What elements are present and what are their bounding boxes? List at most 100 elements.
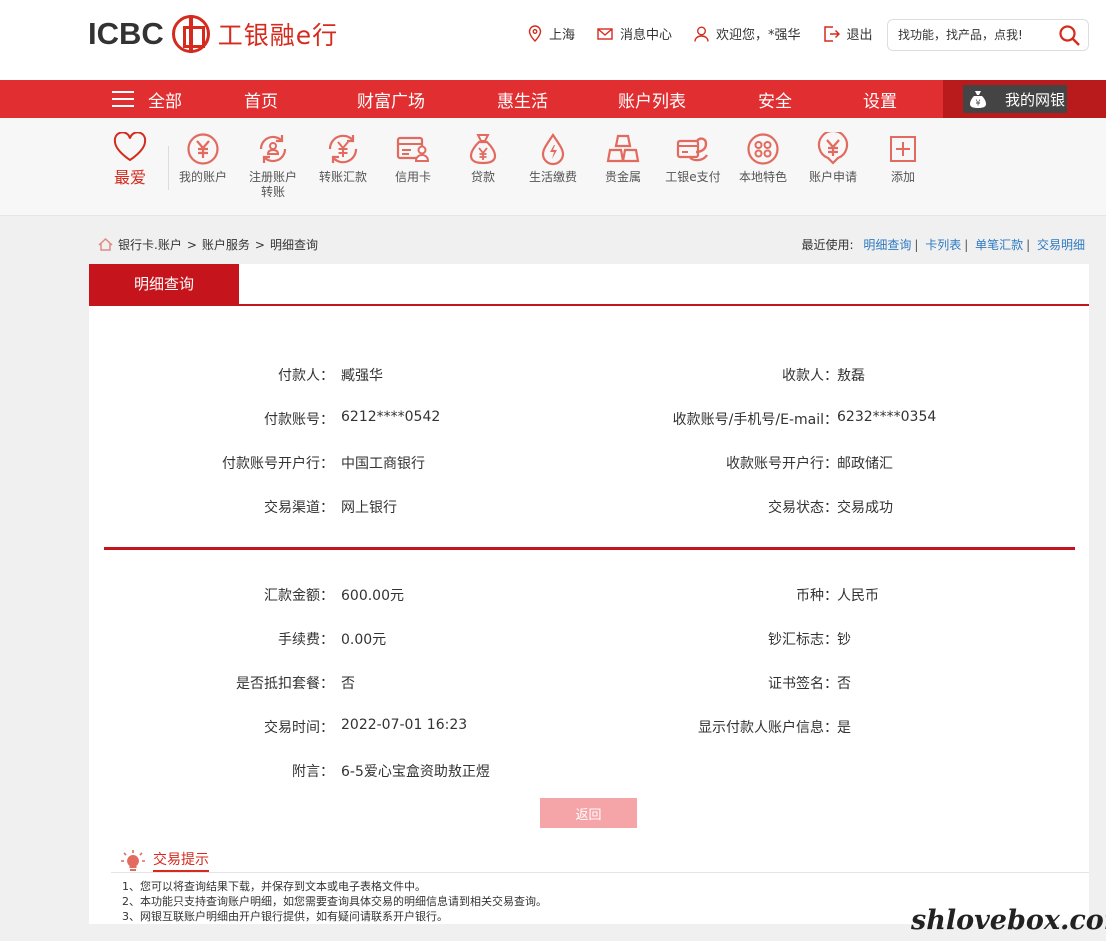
cash-flag-value: 钞 (837, 632, 851, 648)
transfer-icon (328, 134, 358, 164)
breadcrumb: 银行卡.账户 > 账户服务 > 明细查询 (98, 236, 318, 253)
recent-link[interactable]: 卡列表 (925, 238, 961, 252)
currency-value: 人民币 (837, 588, 879, 604)
quick-loan[interactable]: 贷款 (453, 132, 513, 185)
credit-card-icon (396, 136, 430, 162)
tips-header: 交易提示 (121, 849, 209, 872)
channel-value: 网上银行 (341, 500, 397, 516)
city-selector[interactable]: 上海 (528, 24, 575, 43)
quick-local[interactable]: 本地特色 (733, 132, 793, 185)
nav-life[interactable]: 惠生活 (497, 87, 548, 112)
package-deduct-label: 是否抵扣套餐： (236, 676, 334, 692)
quick-utility-label: 生活缴费 (528, 170, 577, 184)
breadcrumb-item[interactable]: 账户服务 (202, 236, 250, 253)
logout-icon (823, 25, 840, 42)
favorites-button[interactable]: 最爱 (110, 132, 150, 188)
logo-text: ICBC (88, 16, 164, 51)
hamburger-icon (112, 91, 134, 108)
quick-transfer-label: 转账汇款 (318, 170, 367, 184)
logout-link[interactable]: 退出 (823, 24, 873, 43)
breadcrumb-separator: > (254, 237, 265, 252)
nav-accounts[interactable]: 账户列表 (618, 87, 686, 112)
recent-link[interactable]: 交易明细 (1037, 238, 1085, 252)
user-welcome[interactable]: 欢迎您，*强华 (694, 24, 801, 43)
quick-credit-card[interactable]: 信用卡 (383, 132, 443, 185)
top-links: 上海 消息中心 欢迎您，*强华 退出 (528, 24, 895, 43)
utility-drop-icon (541, 133, 565, 166)
fee-value: 0.00元 (341, 632, 387, 648)
breadcrumb-current: 明细查询 (269, 238, 318, 252)
amount-value: 600.00元 (341, 588, 404, 604)
nav-my-ebank[interactable]: ¥ 我的网银 (943, 80, 1106, 118)
payee-bank-label: 收款账号开户行： (726, 456, 838, 472)
quick-epay[interactable]: 工银e支付 (663, 132, 723, 185)
quick-transfer[interactable]: 转账汇款 (313, 132, 373, 185)
tab-underline (89, 304, 1089, 306)
epay-icon (676, 137, 708, 162)
watermark-text: shlovebox.com (911, 905, 1106, 936)
return-button[interactable]: 返回 (540, 798, 637, 828)
message-center-link[interactable]: 消息中心 (597, 24, 672, 43)
mail-icon (597, 27, 613, 40)
recently-used: 最近使用: 明细查询 | 卡列表 | 单笔汇款 | 交易明细 (801, 238, 1085, 252)
quick-register-transfer[interactable]: 注册账户转账 (243, 132, 303, 200)
memo-label: 附言： (292, 764, 334, 780)
tip-line: 1、您可以将查询结果下载，并保存到文本或电子表格文件中。 (122, 880, 426, 893)
home-icon[interactable] (98, 238, 113, 251)
tip-line: 2、本功能只支持查询账户明细，如您需要查询具体交易的明细信息请到相关交易查询。 (122, 895, 547, 908)
city-label: 上海 (549, 28, 576, 43)
yuan-circle-icon (187, 133, 219, 165)
amount-label: 汇款金额： (264, 588, 334, 604)
register-transfer-icon (259, 135, 287, 163)
tip-line: 3、网银互联账户明细由开户银行提供，如有疑问请联系开户银行。 (122, 910, 448, 923)
quick-loan-label: 贷款 (470, 170, 495, 184)
section-divider (104, 547, 1075, 550)
nav-all-label: 全部 (148, 92, 182, 112)
quick-add-label: 添加 (890, 170, 915, 184)
show-payer-label: 显示付款人账户信息： (698, 720, 838, 736)
quick-account-apply-label: 账户申请 (808, 170, 857, 184)
payer-bank-value: 中国工商银行 (341, 456, 425, 472)
recent-link[interactable]: 明细查询 (863, 238, 911, 252)
nav-security[interactable]: 安全 (758, 87, 792, 112)
payer-label: 付款人： (278, 368, 334, 384)
favorites-label: 最爱 (113, 168, 146, 187)
breadcrumb-item[interactable]: 银行卡.账户 (118, 236, 182, 253)
status-value: 交易成功 (837, 500, 893, 516)
breadcrumb-separator: > (186, 237, 197, 252)
payee-bank-value: 邮政储汇 (837, 456, 893, 472)
quick-precious-metal[interactable]: 贵金属 (593, 132, 653, 185)
quick-credit-card-label: 信用卡 (394, 170, 431, 184)
currency-label: 币种： (796, 588, 838, 604)
recent-link[interactable]: 单笔汇款 (975, 238, 1023, 252)
nav-all-menu[interactable]: 全部 (112, 87, 182, 112)
quick-add[interactable]: 添加 (873, 132, 933, 185)
cash-flag-label: 钞汇标志： (768, 632, 838, 648)
nav-settings[interactable]: 设置 (863, 87, 897, 112)
quick-my-account[interactable]: 我的账户 (173, 132, 233, 185)
time-value: 2022-07-01 16:23 (341, 717, 468, 733)
main-nav: 全部 首页 财富广场 惠生活 账户列表 安全 设置 ¥ 我的网银 (0, 80, 1106, 118)
cert-sign-label: 证书签名： (768, 676, 838, 692)
search-input[interactable] (898, 21, 1058, 49)
nav-home[interactable]: 首页 (244, 87, 278, 112)
quick-account-apply[interactable]: 账户申请 (803, 132, 863, 185)
memo-value: 6-5爱心宝盒资助敖正煜 (341, 764, 490, 780)
search-icon[interactable] (1059, 25, 1080, 46)
logout-label: 退出 (846, 28, 873, 43)
location-pin-icon (528, 25, 542, 42)
top-header: ICBC 工银融e行 上海 消息中心 欢迎您，*强华 退出 (0, 0, 1106, 80)
quick-register-transfer-label: 注册账户转账 (248, 170, 297, 199)
svg-text:¥: ¥ (975, 99, 980, 108)
tab-detail-query[interactable]: 明细查询 (89, 264, 239, 304)
user-icon (694, 26, 709, 42)
icbc-logo[interactable]: ICBC 工银融e行 (88, 14, 338, 54)
quick-access-bar: 最爱 我的账户 注册账户转账 转账汇款 信用卡 贷款 生活缴费 贵金属 工银e支… (0, 118, 1106, 216)
payee-account-label: 收款账号/手机号/E-mail： (672, 412, 838, 428)
nav-wealth[interactable]: 财富广场 (357, 87, 425, 112)
quick-utility[interactable]: 生活缴费 (523, 132, 583, 185)
quick-my-account-label: 我的账户 (178, 170, 227, 184)
payer-bank-label: 付款账号开户行： (222, 456, 334, 472)
tips-title: 交易提示 (153, 849, 209, 872)
tips-divider (111, 872, 1089, 873)
